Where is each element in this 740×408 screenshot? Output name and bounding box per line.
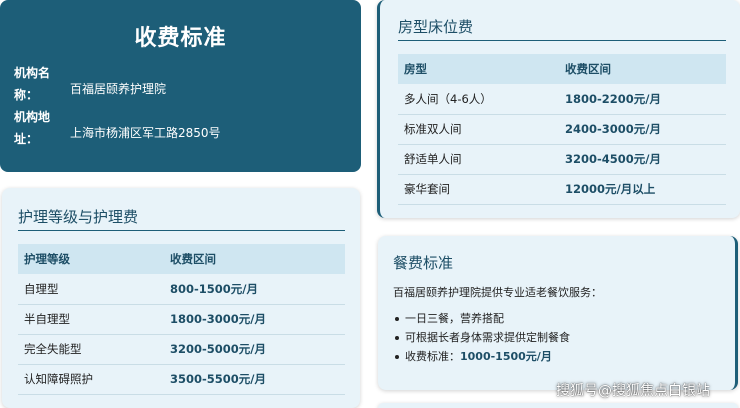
- room-type-cell: 标准双人间: [398, 114, 559, 145]
- meal-fee-value: 1000-1500元/月: [460, 350, 552, 363]
- price-cell: 2400-3000元/月: [559, 114, 726, 145]
- table-row: 标准双人间 2400-3000元/月: [398, 114, 726, 145]
- price-cell: 3200-5000元/月: [164, 334, 345, 365]
- room-fee-divider: [398, 40, 726, 41]
- table-row: 多人间（4-6人） 1800-2200元/月: [398, 84, 726, 115]
- list-item: 一日三餐，营养搭配: [393, 309, 570, 328]
- room-type-cell: 舒适单人间: [398, 144, 559, 175]
- org-address-value: 上海市杨浦区军工路2850号: [70, 126, 221, 140]
- meal-fee-title: 餐费标准: [393, 254, 454, 272]
- org-name-value: 百福居颐养护理院: [70, 82, 167, 96]
- room-fee-table: 房型 收费区间 多人间（4-6人） 1800-2200元/月 标准双人间 240…: [398, 54, 726, 205]
- price-cell: 3200-4500元/月: [559, 144, 726, 175]
- price-cell: 800-1500元/月: [164, 274, 345, 305]
- room-type-cell: 豪华套间: [398, 174, 559, 205]
- table-row: 豪华套间 12000元/月以上: [398, 174, 726, 205]
- meal-fee-card: 餐费标准 百福居颐养护理院提供专业适老餐饮服务： 一日三餐，营养搭配 可根据长者…: [378, 236, 738, 390]
- column-header-price-range: 收费区间: [559, 54, 726, 84]
- column-header-care-level: 护理等级: [18, 244, 164, 274]
- meal-fee-label: 收费标准：: [405, 350, 460, 363]
- care-fee-table: 护理等级 收费区间 自理型 800-1500元/月 半自理型 1800-3000…: [18, 244, 345, 395]
- page-title: 收费标准: [134, 26, 227, 51]
- org-address-label: 机构地址：: [14, 110, 51, 146]
- table-row: 完全失能型 3200-5000元/月: [18, 334, 345, 365]
- table-row: 认知障碍照护 3500-5500元/月: [18, 364, 345, 395]
- column-header-price-range: 收费区间: [164, 244, 345, 274]
- meal-intro-text: 百福居颐养护理院提供专业适老餐饮服务：: [393, 286, 602, 299]
- table-row: 自理型 800-1500元/月: [18, 274, 345, 305]
- price-cell: 1800-3000元/月: [164, 304, 345, 335]
- care-level-cell: 自理型: [18, 274, 164, 305]
- table-header-row: 房型 收费区间: [398, 54, 726, 84]
- care-level-cell: 完全失能型: [18, 334, 164, 365]
- org-name-label: 机构名称：: [14, 66, 51, 102]
- next-card-edge: [378, 403, 738, 408]
- table-header-row: 护理等级 收费区间: [18, 244, 345, 274]
- care-level-cell: 半自理型: [18, 304, 164, 335]
- room-type-cell: 多人间（4-6人）: [398, 84, 559, 115]
- price-cell: 12000元/月以上: [559, 174, 726, 205]
- table-row: 半自理型 1800-3000元/月: [18, 304, 345, 335]
- column-header-room-type: 房型: [398, 54, 559, 84]
- price-cell: 1800-2200元/月: [559, 84, 726, 115]
- header-card: 收费标准 机构名称： 百福居颐养护理院 机构地址： 上海市杨浦区军工路2850号: [0, 0, 361, 172]
- meal-feature-list: 一日三餐，营养搭配 可根据长者身体需求提供定制餐食 收费标准：1000-1500…: [393, 309, 570, 366]
- list-item: 收费标准：1000-1500元/月: [393, 347, 570, 366]
- price-cell: 3500-5500元/月: [164, 364, 345, 395]
- care-fee-divider: [18, 230, 345, 231]
- care-fee-card: 护理等级与护理费 护理等级 收费区间 自理型 800-1500元/月 半自理型 …: [2, 188, 360, 408]
- table-row: 舒适单人间 3200-4500元/月: [398, 144, 726, 175]
- care-fee-title: 护理等级与护理费: [18, 208, 139, 226]
- watermark-text: 搜狐号@搜狐焦点白银站: [556, 383, 710, 399]
- room-fee-card: 房型床位费 房型 收费区间 多人间（4-6人） 1800-2200元/月 标准双…: [377, 0, 740, 218]
- list-item: 可根据长者身体需求提供定制餐食: [393, 328, 570, 347]
- room-fee-title: 房型床位费: [398, 18, 474, 36]
- care-level-cell: 认知障碍照护: [18, 364, 164, 395]
